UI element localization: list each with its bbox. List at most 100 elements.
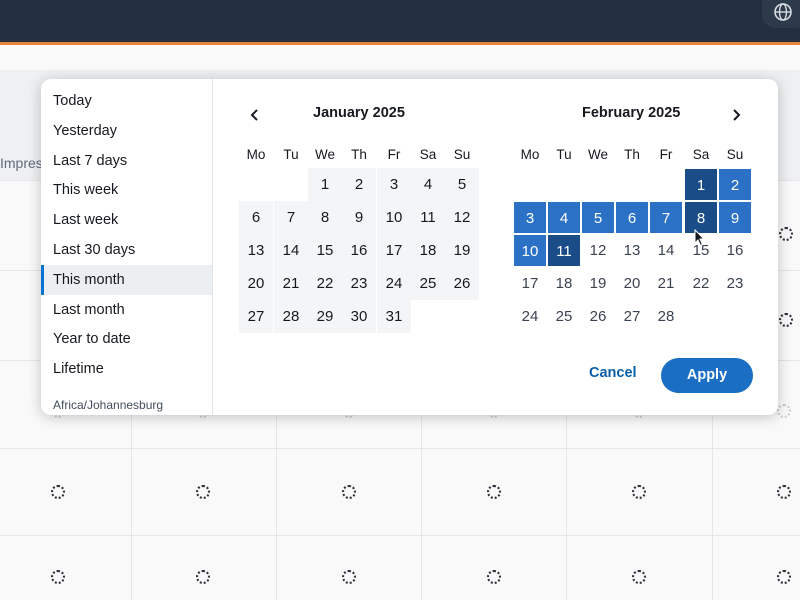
day-cell[interactable]: 19: [581, 267, 615, 300]
top-navigation-bar: [0, 0, 800, 42]
day-cell[interactable]: 4: [547, 201, 581, 234]
preset-option[interactable]: Last 7 days: [41, 146, 212, 176]
day-cell[interactable]: 26: [581, 300, 615, 333]
day-cell[interactable]: 17: [377, 234, 411, 267]
day-cell[interactable]: 1: [308, 168, 342, 201]
chevron-right-icon: [733, 109, 741, 121]
loading-spinner-icon: [342, 570, 356, 584]
day-cell[interactable]: 7: [274, 201, 308, 234]
day-cell[interactable]: 2: [342, 168, 376, 201]
day-cell[interactable]: 29: [308, 300, 342, 333]
chevron-left-icon: [250, 109, 258, 121]
preset-option[interactable]: Yesterday: [41, 116, 212, 146]
loading-spinner-icon: [777, 404, 791, 418]
day-cell[interactable]: 19: [445, 234, 479, 267]
mouse-cursor-icon: [694, 229, 706, 247]
empty-day-cell: [684, 300, 718, 333]
weekday-label: We: [314, 147, 335, 162]
previous-month-button[interactable]: [245, 105, 265, 125]
date-range-picker: Africa/Johannesburg Today Yesterday Last 7…: [41, 79, 778, 415]
weekday-label: Th: [351, 147, 367, 162]
day-cell[interactable]: 13: [615, 234, 649, 267]
loading-spinner-icon: [779, 227, 793, 241]
day-cell[interactable]: 3: [513, 201, 547, 234]
grid-line: [0, 448, 800, 449]
weekday-label: Tu: [283, 147, 299, 162]
day-cell[interactable]: 14: [649, 234, 683, 267]
weekday-label: Su: [453, 147, 471, 162]
day-cell[interactable]: 9: [718, 201, 752, 234]
day-cell[interactable]: 28: [274, 300, 308, 333]
right-month-title: February 2025: [582, 105, 681, 121]
day-cell[interactable]: 25: [411, 267, 445, 300]
day-cell[interactable]: 31: [377, 300, 411, 333]
preset-option[interactable]: This month: [41, 264, 212, 295]
day-cell[interactable]: 10: [377, 201, 411, 234]
loading-spinner-icon: [779, 313, 793, 327]
day-cell[interactable]: 23: [718, 267, 752, 300]
language-button[interactable]: [762, 0, 800, 28]
day-cell[interactable]: 27: [615, 300, 649, 333]
apply-button[interactable]: Apply: [661, 358, 753, 393]
day-cell[interactable]: 12: [445, 201, 479, 234]
day-cell[interactable]: 6: [615, 201, 649, 234]
loading-spinner-icon: [777, 570, 791, 584]
day-cell[interactable]: 22: [308, 267, 342, 300]
day-cell[interactable]: 25: [547, 300, 581, 333]
day-cell[interactable]: 18: [547, 267, 581, 300]
preset-list: Africa/Johannesburg Today Yesterday Last 7…: [41, 79, 213, 415]
day-cell[interactable]: 22: [684, 267, 718, 300]
day-cell[interactable]: 17: [513, 267, 547, 300]
day-cell[interactable]: 1: [684, 168, 718, 201]
day-cell[interactable]: 13: [239, 234, 273, 267]
loading-spinner-icon: [196, 570, 210, 584]
empty-day-cell: [718, 300, 752, 333]
day-cell[interactable]: 5: [581, 201, 615, 234]
loading-spinner-icon: [632, 485, 646, 499]
weekday-label: Mo: [246, 147, 266, 162]
day-cell[interactable]: 20: [615, 267, 649, 300]
weekday-label: Th: [624, 147, 640, 162]
preset-option[interactable]: Last week: [41, 205, 212, 235]
empty-day-cell: [239, 168, 273, 201]
day-cell[interactable]: 12: [581, 234, 615, 267]
cancel-button[interactable]: Cancel: [589, 365, 637, 381]
preset-option[interactable]: Last month: [41, 295, 212, 325]
day-cell[interactable]: 21: [274, 267, 308, 300]
day-cell[interactable]: 9: [342, 201, 376, 234]
day-cell[interactable]: 7: [649, 201, 683, 234]
day-cell[interactable]: 23: [342, 267, 376, 300]
preset-option[interactable]: This week: [41, 175, 212, 205]
day-cell[interactable]: 28: [649, 300, 683, 333]
day-cell[interactable]: 24: [377, 267, 411, 300]
day-cell[interactable]: 8: [308, 201, 342, 234]
day-cell[interactable]: 4: [411, 168, 445, 201]
day-cell[interactable]: 3: [377, 168, 411, 201]
day-cell[interactable]: 2: [718, 168, 752, 201]
day-cell[interactable]: 6: [239, 201, 273, 234]
loading-spinner-icon: [777, 485, 791, 499]
day-cell[interactable]: 5: [445, 168, 479, 201]
day-cell[interactable]: 26: [445, 267, 479, 300]
loading-spinner-icon: [487, 570, 501, 584]
day-cell[interactable]: 18: [411, 234, 445, 267]
day-cell[interactable]: 15: [308, 234, 342, 267]
next-month-button[interactable]: [726, 105, 746, 125]
day-cell[interactable]: 11: [547, 234, 581, 267]
day-cell[interactable]: 10: [513, 234, 547, 267]
day-cell[interactable]: 30: [342, 300, 376, 333]
day-cell[interactable]: 16: [342, 234, 376, 267]
day-cell[interactable]: 20: [239, 267, 273, 300]
day-cell[interactable]: 24: [513, 300, 547, 333]
day-cell[interactable]: 21: [649, 267, 683, 300]
day-cell[interactable]: 11: [411, 201, 445, 234]
day-cell[interactable]: 16: [718, 234, 752, 267]
day-cell[interactable]: 14: [274, 234, 308, 267]
preset-option[interactable]: Lifetime: [41, 354, 212, 384]
day-cell[interactable]: 27: [239, 300, 273, 333]
preset-option[interactable]: Today: [41, 86, 212, 116]
weekday-label: Sa: [692, 147, 710, 162]
preset-option[interactable]: Last 30 days: [41, 235, 212, 265]
empty-day-cell: [411, 300, 445, 333]
preset-option[interactable]: Year to date: [41, 324, 212, 354]
